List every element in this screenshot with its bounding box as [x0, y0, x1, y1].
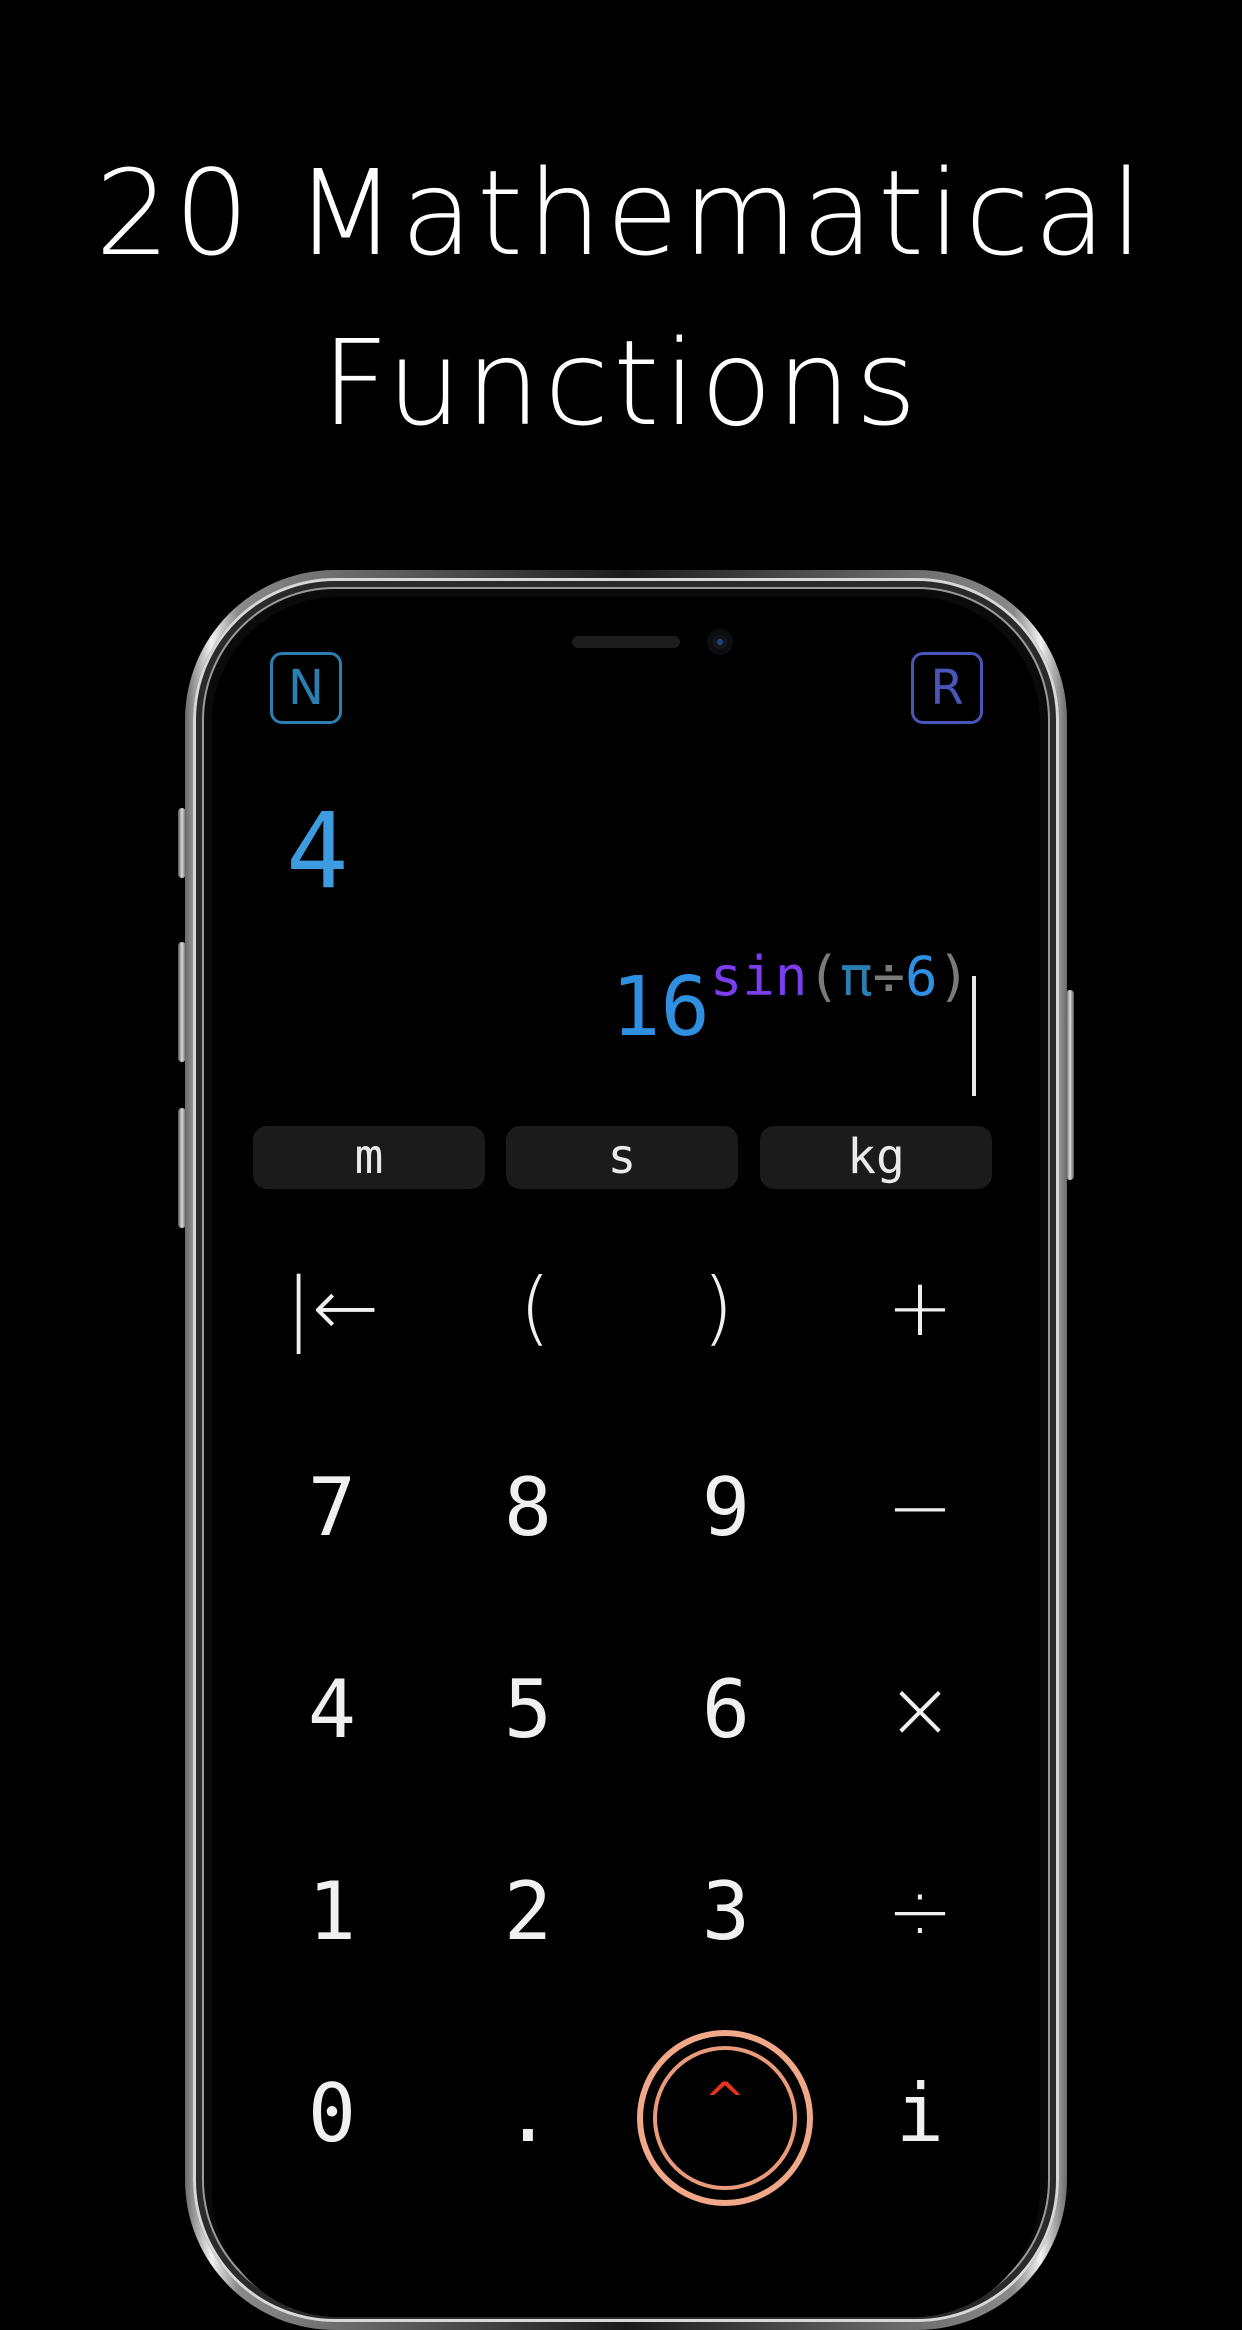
text-cursor: [972, 976, 976, 1096]
digit-4-key[interactable]: 4: [252, 1640, 412, 1780]
exponent-divide: ÷: [872, 945, 905, 1008]
result-display: 4: [286, 790, 349, 912]
digit-1-key[interactable]: 1: [252, 1842, 412, 1982]
chevron-up-icon: ^: [704, 2072, 746, 2130]
unit-button-s[interactable]: s: [506, 1126, 738, 1189]
digit-7-key[interactable]: 7: [252, 1438, 412, 1578]
digit-5-key[interactable]: 5: [448, 1640, 608, 1780]
expression-input[interactable]: 16sin(π÷6): [611, 945, 970, 1110]
open-paren-key[interactable]: (: [455, 1238, 615, 1378]
exponent-open-paren: (: [807, 945, 840, 1008]
phone-side-button-right: [1066, 990, 1074, 1180]
expression-exponent: sin(π÷6): [710, 945, 970, 1008]
digit-3-key[interactable]: 3: [646, 1842, 806, 1982]
unit-button-kg[interactable]: kg: [760, 1126, 992, 1189]
divide-key[interactable]: ÷: [840, 1842, 1000, 1982]
digit-8-key[interactable]: 8: [448, 1438, 608, 1578]
headline-line-1: 20 Mathematical: [95, 144, 1147, 282]
digit-0-key[interactable]: 0: [252, 2044, 412, 2184]
digit-9-key[interactable]: 9: [646, 1438, 806, 1578]
speaker-grille: [572, 636, 680, 648]
digit-6-key[interactable]: 6: [646, 1640, 806, 1780]
exponent-pi: π: [839, 945, 873, 1008]
mode-n-button[interactable]: N: [270, 652, 342, 724]
digit-2-key[interactable]: 2: [448, 1842, 608, 1982]
front-camera: [707, 629, 733, 655]
headline-line-2: Functions: [321, 314, 921, 452]
plus-key[interactable]: +: [840, 1238, 1000, 1378]
expression-base: 16: [611, 960, 710, 1055]
minus-key[interactable]: −: [840, 1438, 1000, 1578]
functions-button[interactable]: ^: [637, 2030, 813, 2206]
imaginary-i-key[interactable]: i: [840, 2044, 1000, 2184]
backspace-to-start-key[interactable]: |←: [252, 1238, 412, 1378]
decimal-point-key[interactable]: .: [448, 2044, 608, 2184]
multiply-key[interactable]: ×: [840, 1640, 1000, 1780]
close-paren-key[interactable]: ): [638, 1238, 798, 1378]
unit-button-m[interactable]: m: [253, 1126, 485, 1189]
exponent-close-paren: ): [937, 945, 970, 1008]
mode-r-button[interactable]: R: [911, 652, 983, 724]
exponent-function: sin: [709, 945, 808, 1008]
exponent-number: 6: [904, 945, 938, 1008]
